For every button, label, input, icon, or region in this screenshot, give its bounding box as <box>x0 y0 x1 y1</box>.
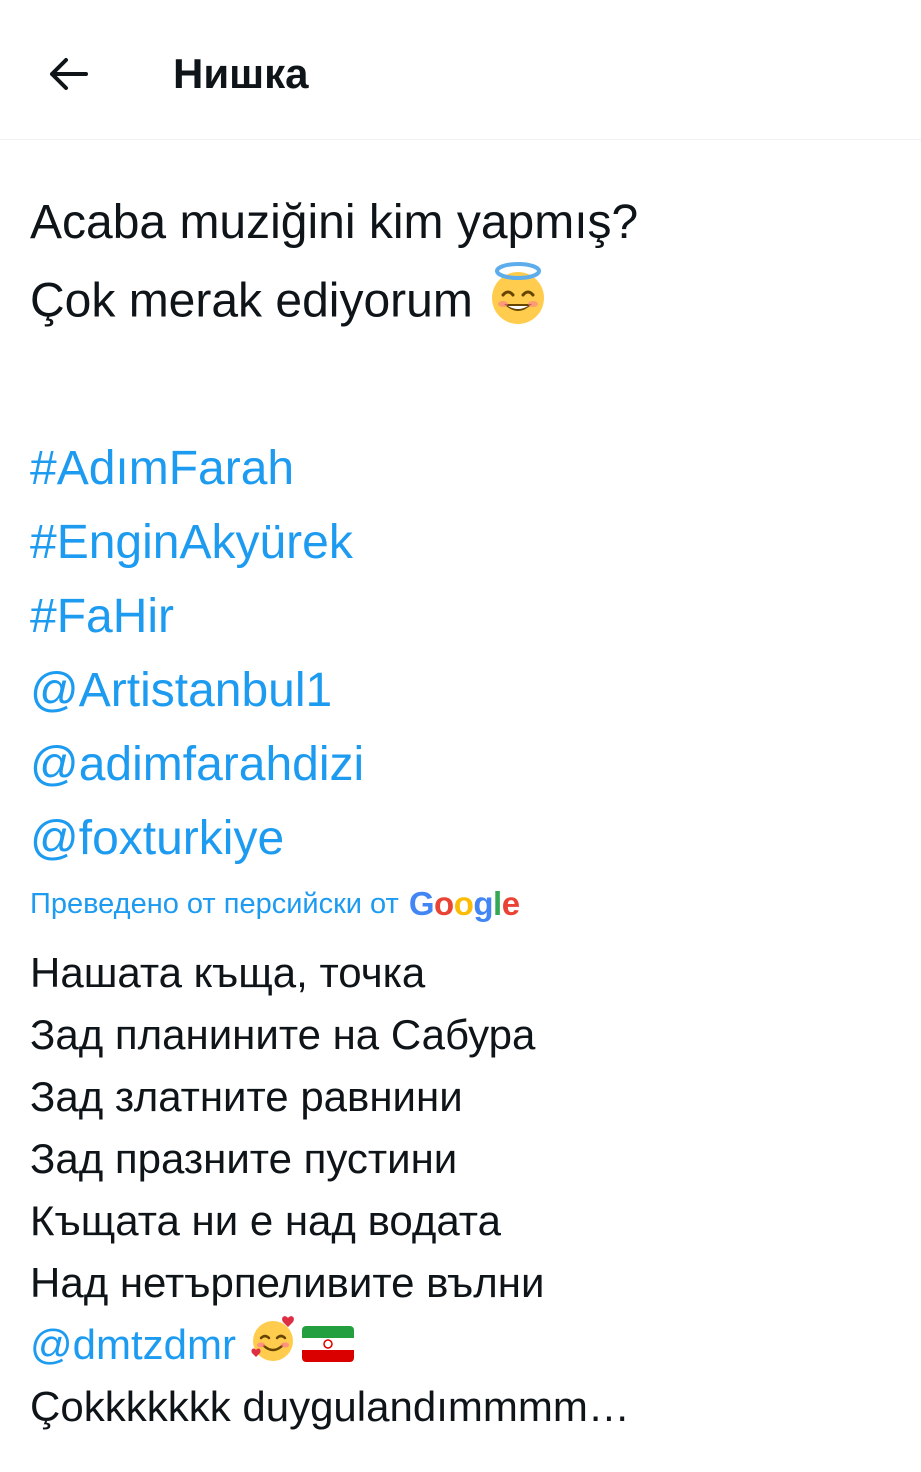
translated-by-label: Преведено от персийски от <box>30 887 399 920</box>
translated-line: Къщата ни е над водата <box>30 1197 501 1244</box>
translated-line: Зад златните равнини <box>30 1073 463 1120</box>
translated-by-note[interactable]: Преведено от персийски от Google <box>30 882 520 926</box>
translated-line: Нашата къща, точка <box>30 949 426 996</box>
mention-link[interactable]: @dmtzdmr <box>30 1321 236 1368</box>
tweet-line-text: Çok merak ediyorum <box>30 274 473 328</box>
hashtag-link[interactable]: #AdımFarah <box>30 432 900 506</box>
back-button[interactable] <box>36 44 100 104</box>
translated-line: Зад празните пустини <box>30 1135 458 1182</box>
google-logo: Google <box>408 885 520 922</box>
hashtag-link[interactable]: #EnginAkyürek <box>30 506 900 580</box>
hashtag-link[interactable]: #FaHir <box>30 580 900 654</box>
mention-link[interactable]: @adimfarahdizi <box>30 728 900 802</box>
page-title: Нишка <box>173 50 309 97</box>
translated-text: Нашата къща, точка Зад планините на Сабу… <box>30 942 900 1438</box>
tweet-line: Acaba muziğini kim yapmış? <box>30 196 639 249</box>
translated-line: Çokkkkkkk duygulandımmmm… <box>30 1383 630 1430</box>
smiling-face-with-halo-icon <box>485 260 551 348</box>
tweet-text: Acaba muziğini kim yapmış? Çok merak edi… <box>30 186 900 876</box>
translated-mention-line: @dmtzdmr <box>30 1314 900 1376</box>
arrow-left-icon <box>50 58 88 90</box>
top-bar: Нишка <box>0 0 921 140</box>
mention-link[interactable]: @Artistanbul1 <box>30 654 900 728</box>
iran-flag-icon <box>301 1317 354 1379</box>
smiling-face-with-hearts-icon <box>248 1314 298 1381</box>
mention-link[interactable]: @foxturkiye <box>30 802 900 876</box>
tweet-line: Çok merak ediyorum <box>30 260 900 334</box>
translated-line: Над нетърпеливите вълни <box>30 1259 545 1306</box>
translated-line: Зад планините на Сабура <box>30 1011 536 1058</box>
